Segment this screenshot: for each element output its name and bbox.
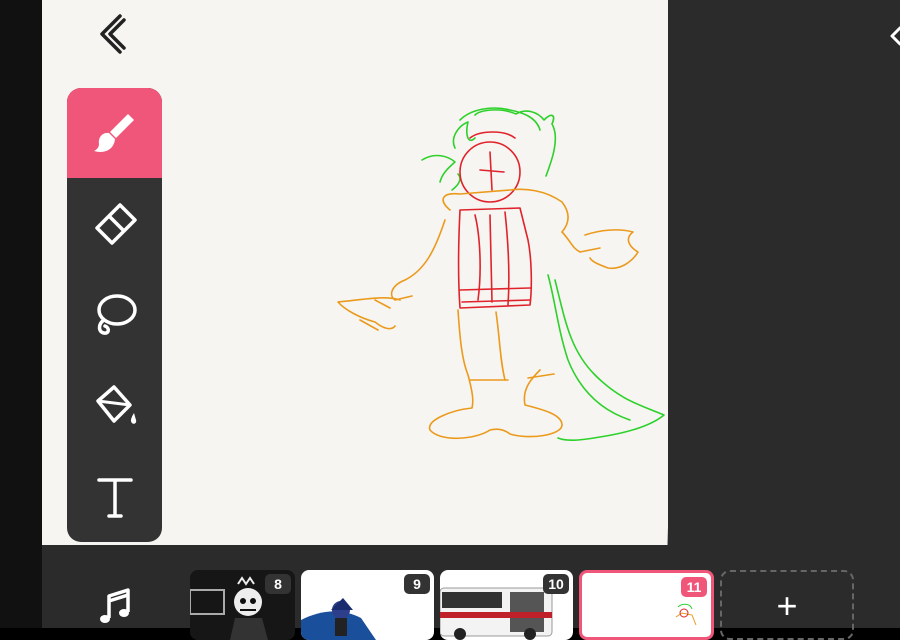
add-frame-label: + — [776, 585, 798, 626]
tool-palette — [67, 88, 162, 542]
back-button[interactable] — [92, 12, 132, 56]
eraser-tool-button[interactable] — [67, 179, 162, 269]
text-icon — [96, 478, 133, 518]
text-tool-button[interactable] — [67, 452, 162, 542]
paint-bucket-icon — [95, 385, 136, 424]
eraser-icon — [94, 203, 137, 245]
lasso-icon — [96, 294, 137, 335]
frame-number-badge: 9 — [404, 574, 430, 594]
frame-thumbnail-9[interactable]: 9 — [301, 570, 434, 640]
brush-tool-button[interactable] — [67, 88, 162, 178]
sketch-outfit — [337, 188, 639, 440]
frame-number-badge: 10 — [543, 574, 569, 594]
frame-number-badge: 11 — [681, 577, 707, 597]
chevron-left-icon — [100, 14, 126, 54]
fill-tool-button[interactable] — [67, 361, 162, 451]
chevron-left-icon[interactable] — [888, 22, 900, 50]
left-edge-bar — [0, 0, 42, 628]
frame-thumbnail-8[interactable]: 8 — [190, 570, 295, 640]
right-panel — [668, 0, 900, 628]
frame-thumbnail-11[interactable]: 11 — [579, 570, 714, 640]
lasso-tool-button[interactable] — [67, 270, 162, 360]
frame-thumbnail-10[interactable]: 10 — [440, 570, 573, 640]
music-note-icon[interactable] — [94, 584, 138, 628]
brush-icon — [93, 114, 134, 152]
frame-number-badge: 8 — [265, 574, 291, 594]
character-sketch — [337, 107, 665, 442]
sketch-body — [457, 131, 533, 309]
add-frame-button[interactable]: + — [720, 570, 854, 640]
